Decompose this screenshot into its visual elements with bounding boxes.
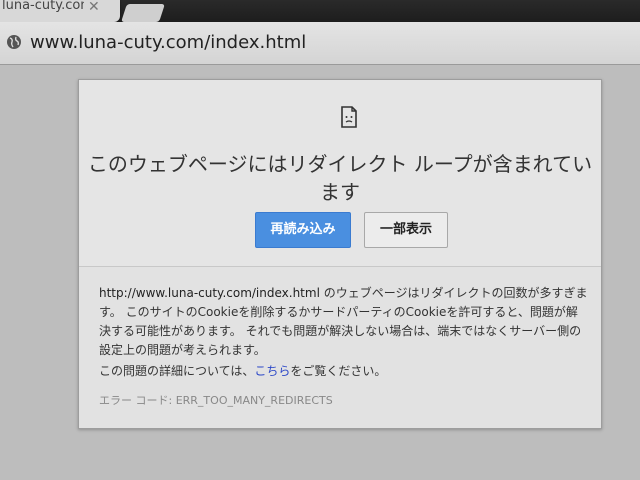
error-title-line1: このウェブページにはリダイレクト ループが含まれてい	[87, 152, 593, 176]
address-bar[interactable]: www.luna-cuty.com/index.html	[0, 28, 640, 58]
description-url: http://www.luna-cuty.com/index.html	[99, 286, 320, 300]
broken-page-icon	[341, 106, 357, 128]
error-code: エラー コード: ERR_TOO_MANY_REDIRECTS	[99, 394, 333, 407]
new-tab-button[interactable]	[121, 4, 165, 22]
more-info: この問題の詳細については、こちらをご覧ください。	[99, 362, 589, 380]
url-text[interactable]: www.luna-cuty.com/index.html	[30, 32, 306, 53]
tab-strip: luna-cuty.com ✕	[0, 0, 640, 22]
tab-title: luna-cuty.com	[2, 0, 84, 13]
globe-icon	[7, 35, 21, 49]
partial-display-button[interactable]: 一部表示	[364, 212, 448, 248]
reload-button[interactable]: 再読み込み	[255, 212, 351, 248]
error-title-line2: ます	[320, 180, 360, 204]
more-info-prefix: この問題の詳細については、	[99, 364, 255, 378]
page-content: このウェブページにはリダイレクト ループが含まれてい ます 再読み込み 一部表示…	[0, 65, 640, 480]
error-header: このウェブページにはリダイレクト ループが含まれてい ます 再読み込み 一部表示	[79, 80, 601, 267]
close-tab-icon[interactable]: ✕	[88, 0, 100, 15]
error-title: このウェブページにはリダイレクト ループが含まれてい ます	[79, 150, 601, 206]
error-card: このウェブページにはリダイレクト ループが含まれてい ます 再読み込み 一部表示…	[78, 79, 602, 429]
error-description: http://www.luna-cuty.com/index.html のウェブ…	[99, 284, 589, 360]
browser-tab[interactable]: luna-cuty.com ✕	[0, 0, 120, 22]
more-info-suffix: をご覧ください。	[290, 364, 387, 378]
browser-toolbar: www.luna-cuty.com/index.html	[0, 22, 640, 65]
more-info-link[interactable]: こちら	[254, 364, 290, 378]
